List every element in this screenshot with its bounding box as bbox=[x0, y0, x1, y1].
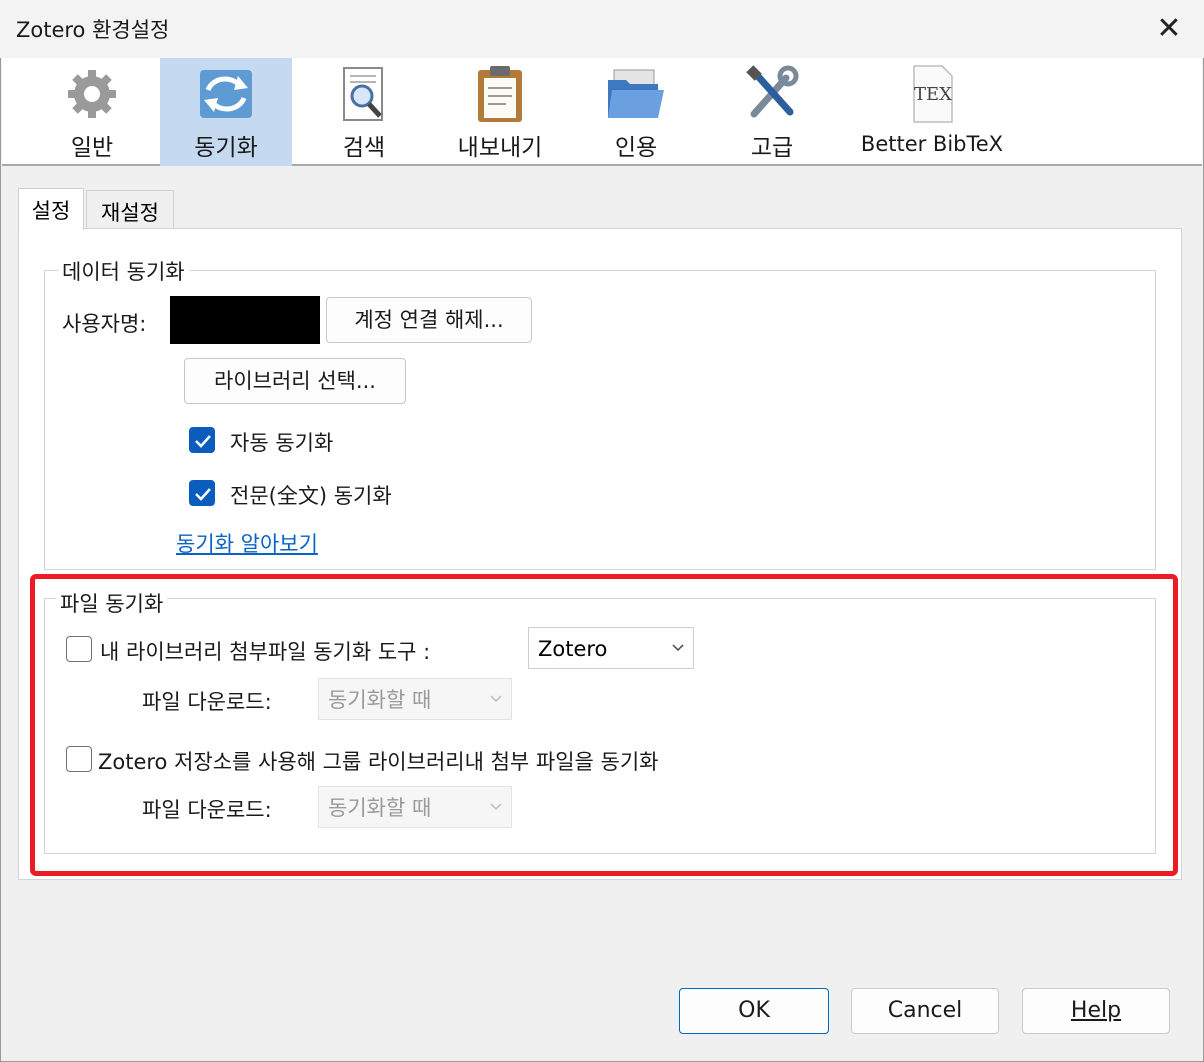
fulltext-sync-checkbox[interactable] bbox=[189, 480, 215, 506]
fulltext-sync-label: 전문(全文) 동기화 bbox=[230, 484, 392, 508]
checkmark-icon bbox=[195, 488, 211, 501]
toolbar-item-label: 고급 bbox=[750, 135, 794, 161]
tex-document-icon: TEX bbox=[913, 65, 953, 123]
auto-sync-checkbox[interactable] bbox=[189, 427, 215, 453]
toolbar-item-sync[interactable]: 동기화 bbox=[160, 58, 292, 166]
auto-sync-label: 자동 동기화 bbox=[230, 431, 334, 455]
toolbar-item-label: 검색 bbox=[342, 135, 386, 161]
title-bar: Zotero 환경설정 ✕ bbox=[0, 0, 1204, 58]
window-title: Zotero 환경설정 bbox=[16, 18, 170, 42]
username-value-redacted bbox=[170, 296, 320, 344]
toolbar-item-label: 일반 bbox=[70, 135, 114, 161]
preferences-toolbar: 일반 동기화 검색 내보내기 인용 고급 TEX Better BibTeX bbox=[2, 58, 1202, 166]
tools-icon bbox=[746, 65, 799, 118]
checkmark-icon bbox=[195, 435, 211, 448]
ok-button[interactable]: OK bbox=[679, 988, 829, 1034]
toolbar-item-label: 인용 bbox=[614, 135, 658, 161]
tex-logo-text: TEX bbox=[914, 84, 952, 105]
username-label: 사용자명: bbox=[62, 312, 147, 336]
toolbar-item-general[interactable]: 일반 bbox=[24, 58, 160, 166]
tab-reset[interactable]: 재설정 bbox=[86, 190, 174, 228]
toolbar-item-label: Better BibTeX bbox=[860, 132, 1004, 156]
data-sync-legend: 데이터 동기화 bbox=[58, 256, 189, 286]
clipboard-icon bbox=[478, 66, 522, 122]
tab-settings[interactable]: 설정 bbox=[18, 188, 84, 230]
sync-icon bbox=[200, 70, 252, 118]
help-button[interactable]: Help bbox=[1022, 988, 1170, 1034]
gear-icon bbox=[68, 70, 116, 118]
choose-libraries-button[interactable]: 라이브러리 선택... bbox=[184, 358, 406, 404]
toolbar-item-export[interactable]: 내보내기 bbox=[432, 58, 568, 166]
toolbar-item-cite[interactable]: 인용 bbox=[570, 58, 702, 166]
folder-icon bbox=[608, 69, 664, 118]
unlink-account-button[interactable]: 계정 연결 해제... bbox=[326, 297, 532, 343]
close-button[interactable]: ✕ bbox=[1148, 8, 1190, 50]
search-document-icon bbox=[343, 67, 383, 121]
highlight-annotation-box bbox=[30, 574, 1178, 876]
toolbar-item-advanced[interactable]: 고급 bbox=[706, 58, 838, 166]
toolbar-item-label: 동기화 bbox=[194, 135, 258, 161]
toolbar-item-search[interactable]: 검색 bbox=[298, 58, 430, 166]
learn-sync-link[interactable]: 동기화 알아보기 bbox=[176, 528, 318, 558]
toolbar-item-label: 내보내기 bbox=[457, 135, 543, 161]
close-icon: ✕ bbox=[1156, 11, 1182, 46]
cancel-button[interactable]: Cancel bbox=[851, 988, 999, 1034]
toolbar-item-better-bibtex[interactable]: TEX Better BibTeX bbox=[848, 58, 1016, 166]
